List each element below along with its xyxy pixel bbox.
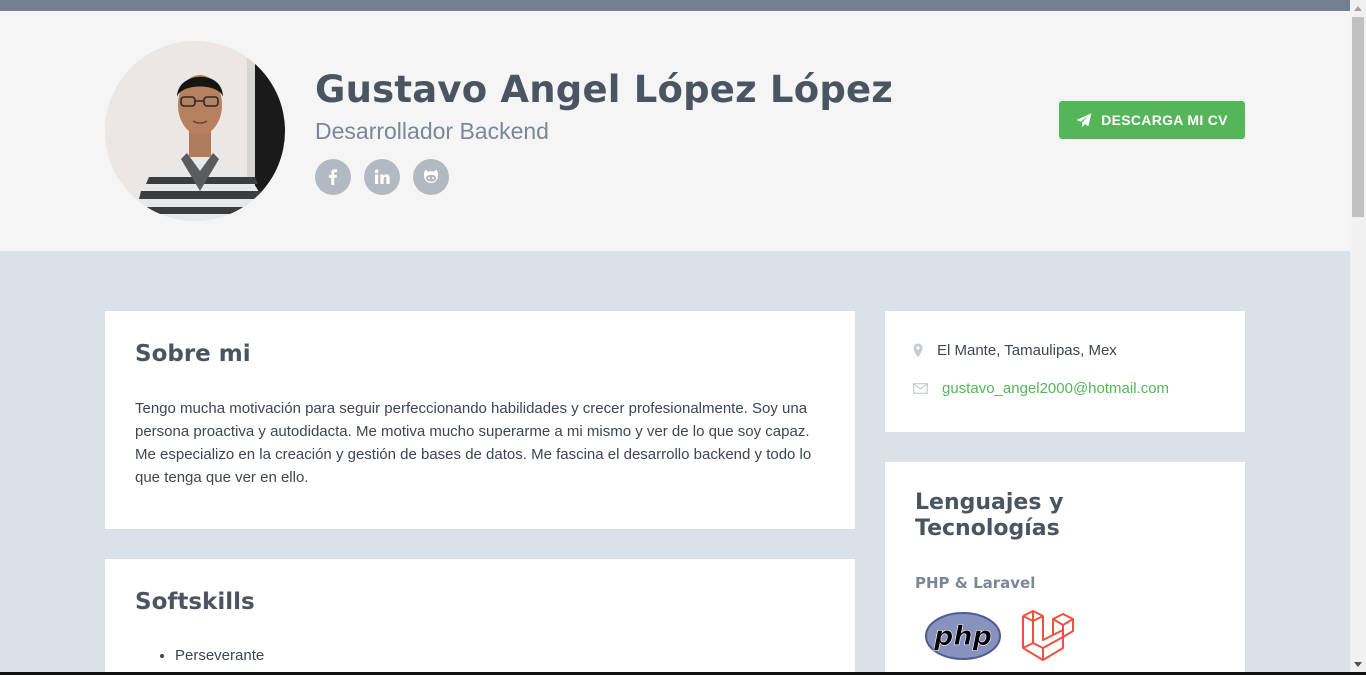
map-marker-icon	[913, 343, 923, 358]
about-text: Tengo mucha motivación para seguir perfe…	[135, 400, 812, 486]
email-row: gustavo_angel2000@hotmail.com	[913, 380, 1169, 397]
social-links	[315, 159, 449, 195]
languages-group-label: PHP & Laravel	[915, 574, 1036, 592]
download-cv-label: DESCARGA MI CV	[1101, 112, 1228, 128]
php-logo: php	[925, 612, 1001, 665]
location-row: El Mante, Tamaulipas, Mex	[913, 342, 1117, 359]
contact-card: El Mante, Tamaulipas, Mex gustavo_angel2…	[885, 311, 1245, 432]
linkedin-link[interactable]	[364, 159, 400, 195]
facebook-icon	[328, 169, 338, 185]
list-item: Perseverante	[175, 647, 264, 664]
laravel-logo	[1021, 610, 1075, 667]
location-text: El Mante, Tamaulipas, Mex	[937, 342, 1117, 359]
about-card: Sobre mi Tengo mucha motivación para seg…	[105, 311, 855, 529]
scroll-down-arrow-icon[interactable]	[1350, 656, 1366, 672]
envelope-icon	[913, 383, 928, 394]
email-link[interactable]: gustavo_angel2000@hotmail.com	[942, 380, 1169, 397]
linkedin-icon	[374, 169, 390, 184]
paper-plane-icon	[1076, 112, 1092, 127]
languages-card: Lenguajes y Tecnologías PHP & Laravel ph…	[885, 462, 1245, 672]
page: Gustavo Angel López López Desarrollador …	[0, 0, 1350, 672]
softskills-card: Softskills Perseverante	[105, 559, 855, 672]
scroll-up-arrow-icon[interactable]	[1350, 0, 1366, 16]
profile-name: Gustavo Angel López López	[315, 68, 894, 111]
profile-header: Gustavo Angel López López Desarrollador …	[0, 11, 1350, 251]
github-icon	[424, 170, 438, 183]
profile-tagline: Desarrollador Backend	[315, 118, 549, 144]
scrollbar-thumb[interactable]	[1352, 17, 1364, 217]
avatar	[105, 41, 285, 221]
scrollbar[interactable]	[1350, 0, 1366, 672]
download-cv-button[interactable]: DESCARGA MI CV	[1059, 101, 1245, 139]
softskills-title: Softskills	[135, 589, 255, 615]
about-title: Sobre mi	[135, 341, 251, 367]
softskills-list: Perseverante	[175, 647, 264, 664]
languages-title: Lenguajes y Tecnologías	[915, 490, 1064, 541]
github-link[interactable]	[413, 159, 449, 195]
top-strip	[0, 0, 1350, 11]
php-logo-text: php	[933, 621, 992, 652]
facebook-link[interactable]	[315, 159, 351, 195]
